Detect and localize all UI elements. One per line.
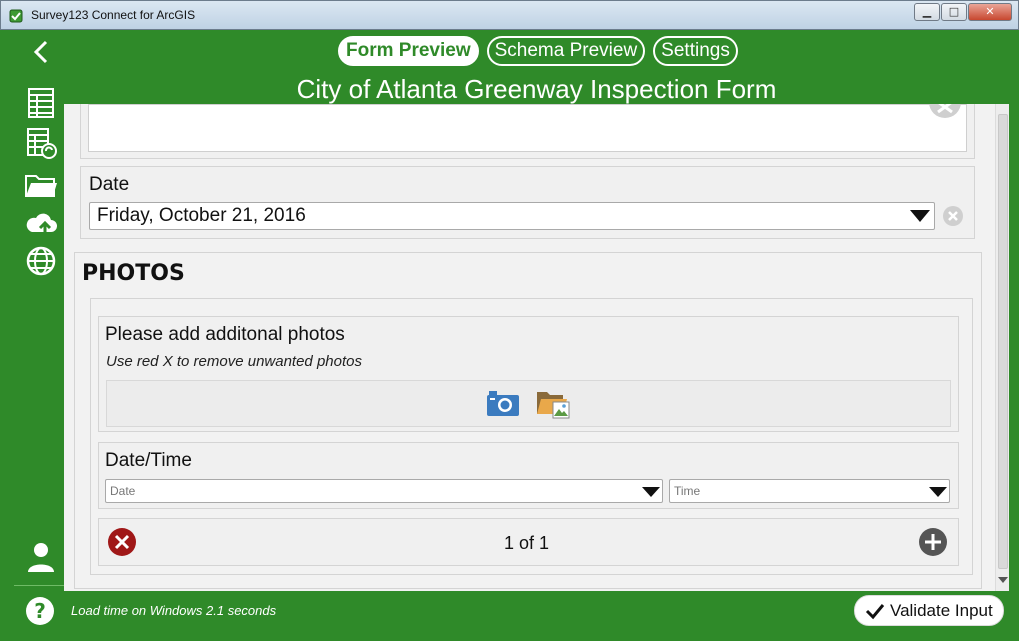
tab-schema-preview[interactable]: Schema Preview <box>486 36 646 66</box>
validate-input-label: Validate Input <box>890 601 993 620</box>
back-arrow-icon[interactable] <box>30 38 54 66</box>
browse-photo-icon[interactable] <box>535 386 571 420</box>
scrollbar-thumb[interactable] <box>998 114 1008 569</box>
previous-text-field[interactable] <box>88 104 967 152</box>
date-input[interactable]: Friday, October 21, 2016 <box>89 202 935 230</box>
help-icon[interactable]: ? <box>24 595 56 627</box>
add-photo-record-icon[interactable] <box>918 527 948 557</box>
svg-text:?: ? <box>34 599 46 623</box>
form-content: Date Friday, October 21, 2016 PHOTOS Ple… <box>64 74 1009 591</box>
folder-icon[interactable] <box>24 168 58 202</box>
datetime-label: Date/Time <box>105 450 192 471</box>
scroll-down-icon[interactable] <box>998 577 1008 583</box>
remove-photo-icon[interactable] <box>107 527 137 557</box>
photos-label: Please add additonal photos <box>105 324 345 345</box>
date-dropdown-icon[interactable] <box>910 210 930 222</box>
minimize-button[interactable]: ▁ <box>914 3 940 21</box>
form-icon[interactable] <box>24 86 58 120</box>
tab-settings[interactable]: Settings <box>653 36 738 66</box>
date-picker-input[interactable]: Date <box>105 479 663 503</box>
form-title: City of Atlanta Greenway Inspection Form <box>64 74 1009 104</box>
photos-section-title: PHOTOS <box>82 261 185 286</box>
maximize-button[interactable]: □ <box>941 3 967 21</box>
globe-icon[interactable] <box>24 244 58 278</box>
load-time-text: Load time on Windows 2.1 seconds <box>71 603 277 618</box>
tab-bar: Form Preview Schema Preview Settings <box>338 36 738 66</box>
check-icon <box>865 604 885 620</box>
cloud-upload-icon[interactable] <box>24 206 58 240</box>
window-titlebar: Survey123 Connect for ArcGIS ▁ □ ✕ <box>0 0 1019 30</box>
photo-capture-area <box>106 380 951 427</box>
app-icon <box>9 9 23 23</box>
clear-date-icon[interactable] <box>942 205 964 227</box>
repeat-pager: 1 of 1 <box>504 533 550 553</box>
form-sync-icon[interactable] <box>24 126 58 160</box>
camera-icon[interactable] <box>486 389 520 417</box>
sidebar-divider <box>14 585 64 586</box>
vertical-scrollbar[interactable] <box>995 104 1009 591</box>
top-bar: Form Preview Schema Preview Settings <box>33 30 1011 74</box>
window-title: Survey123 Connect for ArcGIS <box>31 8 196 22</box>
photos-hint: Use red X to remove unwanted photos <box>106 353 362 370</box>
date-label: Date <box>89 174 130 195</box>
tab-form-preview[interactable]: Form Preview <box>338 36 479 66</box>
validate-input-button[interactable]: Validate Input <box>854 595 1004 626</box>
time-picker-input[interactable]: Time <box>669 479 950 503</box>
clear-text-icon[interactable] <box>928 104 962 118</box>
user-icon[interactable] <box>24 540 58 574</box>
sidebar <box>8 30 64 591</box>
time-picker-dropdown-icon[interactable] <box>929 487 947 497</box>
date-picker-dropdown-icon[interactable] <box>642 487 660 497</box>
close-button[interactable]: ✕ <box>968 3 1012 21</box>
